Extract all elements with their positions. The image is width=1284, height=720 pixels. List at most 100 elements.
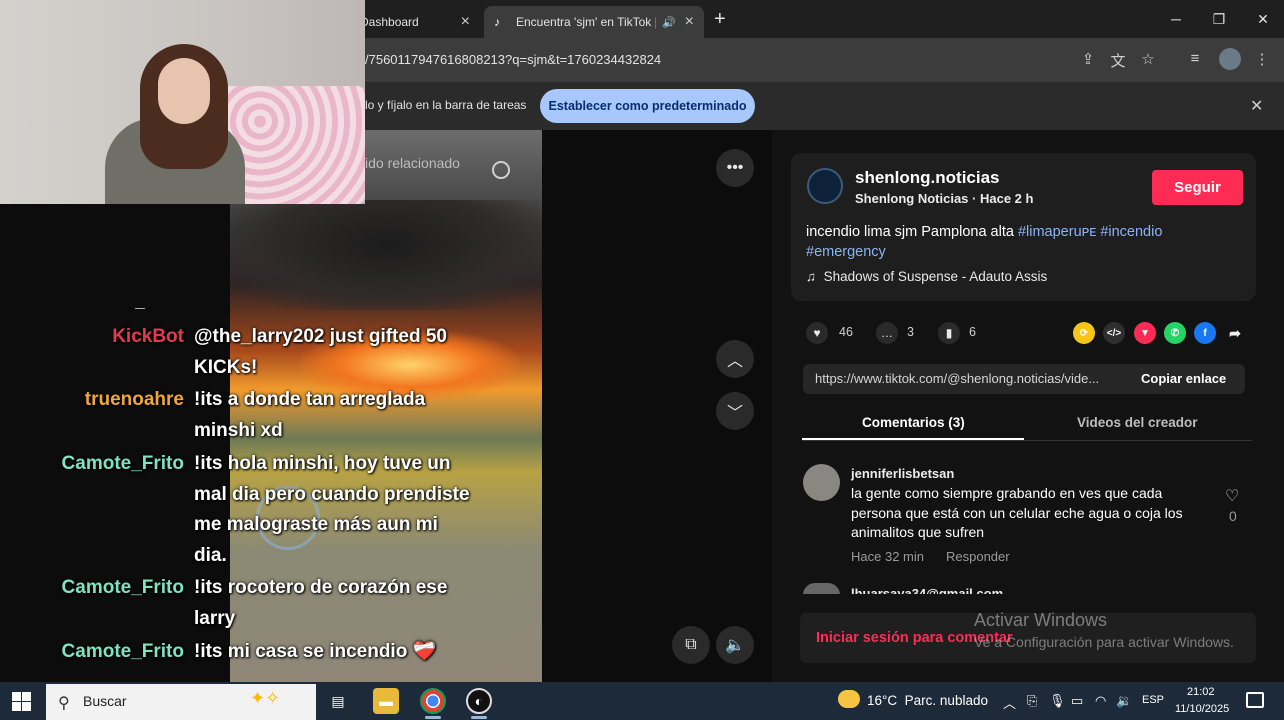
language-indicator[interactable]: ESP [1142, 694, 1164, 706]
tab-label: Encuentra 'sjm' en TikTok | M [516, 15, 656, 29]
active-tab-indicator [802, 438, 1024, 440]
share-link-text[interactable]: https://www.tiktok.com/@shenlong.noticia… [815, 371, 1120, 386]
commenter-avatar[interactable] [803, 464, 840, 501]
music-info[interactable]: ♫ Shadows of Suspense - Adauto Assis [806, 269, 1047, 284]
usb-icon[interactable]: ⎘ [1027, 693, 1037, 709]
url-field[interactable]: /7560117947616808213?q=sjm&t=17602344328… [365, 52, 661, 67]
creator-display-name: Shenlong Noticias [855, 191, 969, 206]
music-title: Shadows of Suspense - Adauto Assis [823, 269, 1048, 284]
volume-tray-icon[interactable]: 🔉 [1116, 693, 1132, 709]
reading-list-icon[interactable]: ≡ [1185, 50, 1205, 70]
bookmark-star-icon[interactable]: ☆ [1138, 50, 1158, 70]
tab-divider [802, 440, 1252, 441]
window-close-icon[interactable]: ✕ [1248, 6, 1278, 32]
repost-icon[interactable]: ⟳ [1073, 322, 1095, 344]
post-time: Hace 2 h [979, 191, 1034, 206]
smoke-visual [230, 200, 542, 310]
chat-text: KICKs! [194, 357, 258, 378]
facebook-icon[interactable]: f [1194, 322, 1216, 344]
share-arrow-icon[interactable]: ➦ [1224, 322, 1246, 344]
set-default-button[interactable]: Establecer como predeterminado [540, 89, 755, 123]
chrome-icon[interactable] [420, 688, 446, 714]
send-icon[interactable]: ▼ [1134, 322, 1156, 344]
hashtag-link[interactable]: #incendio [1100, 224, 1162, 240]
windows-activation-subtitle: Ve a Configuración para activar Windows. [974, 634, 1234, 650]
close-icon[interactable]: ✕ [1250, 96, 1263, 116]
weather-icon[interactable] [838, 690, 860, 708]
tab-creator-videos[interactable]: Videos del creador [1077, 415, 1198, 430]
speaker-icon[interactable]: 🔊 [662, 16, 676, 29]
follow-button[interactable]: Seguir [1152, 170, 1243, 205]
whatsapp-icon[interactable]: ✆ [1164, 322, 1186, 344]
search-icon: ⚲ [58, 695, 70, 712]
search-icon[interactable] [492, 161, 510, 179]
minimize-icon[interactable]: ─ [1161, 6, 1191, 32]
embed-icon[interactable]: </> [1103, 322, 1125, 344]
infobar-text: lo y fíjalo en la barra de tareas [365, 98, 527, 112]
music-note-icon: ♫ [806, 269, 817, 284]
chat-text: dia. [194, 545, 227, 566]
chevron-up-icon[interactable]: ︿ [716, 340, 754, 378]
tab-comments[interactable]: Comentarios (3) [862, 415, 965, 430]
chevron-down-icon[interactable]: ﹀ [716, 392, 754, 430]
profile-avatar[interactable] [1219, 48, 1241, 70]
close-icon[interactable]: × [461, 13, 470, 31]
reply-button[interactable]: Responder [946, 549, 1010, 564]
comment-icon[interactable]: … [876, 322, 898, 344]
creator-meta: Shenlong Noticias · Hace 2 h [855, 191, 1033, 206]
translate-icon[interactable]: 文 [1108, 50, 1128, 70]
search-highlight-icon[interactable]: ✦✧ [250, 688, 280, 709]
chat-username: Camote_Frito [61, 641, 184, 662]
windows-start-icon[interactable] [12, 692, 32, 712]
close-icon[interactable]: × [685, 13, 694, 31]
comment-time: Hace 32 min [851, 549, 924, 564]
commenter-username[interactable]: jenniferlisbetsan [851, 466, 954, 481]
post-description: incendio lima sjm Pamplona alta #limaper… [806, 222, 1246, 262]
more-options-icon[interactable]: ••• [716, 149, 754, 187]
related-search-text[interactable]: ido relacionado [365, 155, 460, 171]
description-text: incendio lima sjm Pamplona alta [806, 224, 1018, 240]
webcam-overlay [0, 0, 365, 204]
floating-player-icon[interactable]: ⧉ [672, 626, 710, 664]
task-view-icon[interactable]: ▤ [325, 688, 351, 714]
volume-icon[interactable]: 🔈 [716, 626, 754, 664]
microphone-icon[interactable]: 🎙 [1049, 693, 1066, 709]
chat-divider [135, 308, 145, 309]
chat-text: @the_larry202 just gifted 50 [194, 326, 447, 347]
chat-text: !its a donde tan arreglada [194, 389, 426, 410]
commenter-username[interactable]: lhuarsaya34@gmail.com [851, 584, 1003, 594]
bookmark-icon[interactable]: ▮ [938, 322, 960, 344]
comment-like-count: 0 [1229, 508, 1237, 524]
file-explorer-icon[interactable]: ▬ [373, 688, 399, 714]
notification-icon[interactable] [1246, 692, 1264, 708]
obs-icon[interactable]: ◐ [466, 688, 492, 714]
new-tab-icon[interactable]: + [714, 8, 732, 30]
copy-link-button[interactable]: Copiar enlace [1141, 371, 1226, 386]
chat-text: me malograste más aun mi [194, 514, 438, 535]
tiktok-icon: ♪ [494, 15, 500, 29]
tray-chevron-icon[interactable]: ︿ [1003, 693, 1016, 712]
active-app-indicator [471, 716, 487, 719]
comment-count: 3 [907, 325, 914, 339]
clock-date[interactable]: 11/10/2025 [1175, 703, 1229, 715]
hashtag-link[interactable]: #emergency [806, 244, 886, 260]
chat-username: truenoahre [84, 389, 184, 410]
taskbar-search-placeholder: Buscar [83, 693, 127, 709]
hashtag-link[interactable]: #limaperuᴘᴇ [1018, 224, 1096, 240]
install-app-icon[interactable]: ⇪ [1078, 50, 1098, 70]
clock-time[interactable]: 21:02 [1187, 686, 1215, 698]
heart-outline-icon[interactable]: ♡ [1225, 486, 1239, 506]
heart-icon[interactable]: ♥ [806, 322, 828, 344]
restore-icon[interactable]: ❐ [1204, 6, 1234, 32]
more-menu-icon[interactable]: ⋮ [1252, 50, 1272, 70]
windows-activation-title: Activar Windows [974, 610, 1108, 630]
tab-dashboard[interactable]: Dashboard × [350, 6, 480, 38]
wifi-icon[interactable]: ◠ [1095, 693, 1106, 709]
save-count: 6 [969, 325, 976, 339]
battery-icon[interactable]: ▭ [1071, 693, 1083, 709]
tab-tiktok-search[interactable]: ♪ Encuentra 'sjm' en TikTok | M 🔊 × [484, 6, 704, 38]
weather-text[interactable]: 16°C Parc. nublado [867, 693, 988, 708]
active-app-indicator [425, 716, 441, 719]
creator-username[interactable]: shenlong.noticias [855, 168, 1000, 188]
creator-avatar[interactable] [807, 168, 843, 204]
